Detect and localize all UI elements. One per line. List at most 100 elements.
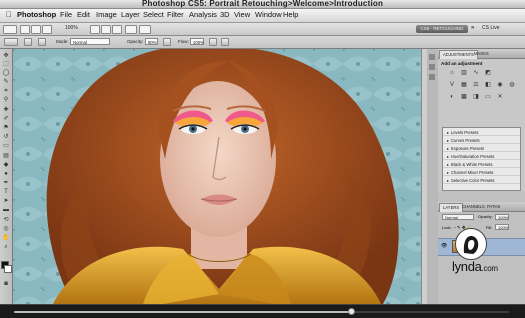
hand-tool-icon[interactable]: ✋ — [2, 235, 10, 242]
hand-tool-icon[interactable] — [90, 25, 100, 34]
vibrance-icon[interactable]: V — [448, 81, 456, 89]
actions-panel-icon[interactable] — [429, 64, 435, 70]
seek-handle[interactable] — [348, 308, 355, 315]
move-tool-icon[interactable]: ✥ — [2, 53, 10, 60]
levels-icon[interactable]: ▥ — [460, 69, 468, 77]
menu-3d[interactable]: 3D — [220, 10, 230, 19]
layer-opacity-label: Opacity: — [478, 214, 493, 219]
channel-mixer-icon[interactable]: ◍ — [508, 81, 516, 89]
gradient-tool-icon[interactable]: ▤ — [2, 153, 10, 160]
blur-tool-icon[interactable]: ◆ — [2, 162, 10, 169]
eraser-tool-icon[interactable]: ▭ — [2, 143, 10, 150]
menu-file[interactable]: File — [60, 10, 72, 19]
tab-masks[interactable]: MASKS — [471, 50, 492, 58]
menu-window[interactable]: Window — [255, 10, 282, 19]
history-brush-tool-icon[interactable]: ↺ — [2, 134, 10, 141]
layer-opacity-input[interactable]: 100% — [495, 214, 509, 220]
black-white-icon[interactable]: ◧ — [484, 81, 492, 89]
flow-input[interactable]: 100% — [190, 38, 204, 45]
eye-icon[interactable]: 👁 — [441, 243, 447, 249]
preset-channel-mixer[interactable]: ▸ Channel Mixer Presets — [443, 169, 520, 176]
preset-curves[interactable]: ▸ Curves Presets — [443, 137, 520, 144]
chevron-icon[interactable]: » — [471, 25, 474, 31]
preset-hue-saturation[interactable]: ▸ Hue/Saturation Presets — [443, 153, 520, 160]
eyedropper-tool-icon[interactable]: ⚲ — [2, 97, 10, 104]
blend-mode-select[interactable]: Normal — [442, 214, 474, 220]
lasso-tool-icon[interactable]: ◯ — [2, 70, 10, 77]
quick-select-tool-icon[interactable]: ✎ — [2, 79, 10, 86]
airbrush-icon[interactable] — [209, 38, 217, 46]
workspace-switcher[interactable]: CS5 - RETOUCHING — [416, 25, 468, 33]
preset-exposure[interactable]: ▸ Exposure Presets — [443, 145, 520, 152]
tab-paths[interactable]: PATHS — [484, 203, 503, 211]
seek-progress-fill — [14, 311, 351, 313]
zoom-tool-icon[interactable] — [101, 25, 111, 34]
path-select-tool-icon[interactable]: ➤ — [2, 198, 10, 205]
arrange-documents-icon[interactable] — [125, 25, 137, 34]
apple-icon[interactable]:  — [6, 10, 12, 19]
shape-tool-icon[interactable]: ▬ — [2, 207, 10, 214]
photo-filter-icon[interactable]: ◉ — [496, 81, 504, 89]
pen-tool-icon[interactable]: ✒ — [2, 180, 10, 187]
navigator-panel-icon[interactable] — [429, 74, 435, 80]
menu-image[interactable]: Image — [96, 10, 117, 19]
3d-orbit-tool-icon[interactable]: ◎ — [2, 226, 10, 233]
bridge-icon[interactable] — [20, 25, 30, 34]
brightness-icon[interactable]: ☼ — [448, 69, 456, 77]
adjustments-tab-row: ADJUSTMENTS MASKS — [438, 49, 525, 59]
ps-logo-icon[interactable] — [3, 25, 17, 34]
3d-rotate-tool-icon[interactable]: ⟲ — [2, 217, 10, 224]
crop-tool-icon[interactable]: ⌗ — [2, 88, 10, 95]
opacity-input[interactable]: 80% — [145, 38, 158, 45]
rotate-view-icon[interactable] — [112, 25, 122, 34]
brush-preset-icon[interactable] — [4, 38, 18, 46]
history-panel-icon[interactable] — [429, 54, 435, 60]
lynda-wordmark: lynda.com — [452, 259, 498, 274]
preset-levels[interactable]: ▸ Levels Presets — [443, 129, 520, 136]
document-canvas[interactable] — [13, 49, 421, 304]
screen-mode-icon[interactable] — [139, 25, 151, 34]
gradient-map-icon[interactable]: ▭ — [484, 93, 492, 101]
exposure-icon[interactable]: ◩ — [484, 69, 492, 77]
lynda-logo — [455, 228, 487, 260]
preset-black-white[interactable]: ▸ Black & White Presets — [443, 161, 520, 168]
selective-color-icon[interactable]: ✕ — [496, 93, 504, 101]
color-balance-icon[interactable]: ⚖ — [472, 81, 480, 89]
dodge-tool-icon[interactable]: ● — [2, 171, 10, 178]
preset-selective-color[interactable]: ▸ Selective Color Presets — [443, 177, 520, 184]
brush-tool-icon[interactable]: ✐ — [2, 116, 10, 123]
zoom-tool-icon[interactable]: ⌕ — [2, 244, 10, 251]
menu-app-name[interactable]: Photoshop — [17, 10, 56, 19]
cs-live-button[interactable]: CS Live — [482, 25, 500, 31]
brush-size-icon[interactable] — [24, 38, 32, 46]
adjustment-presets-list: ▸ Levels Presets ▸ Curves Presets ▸ Exposur… — [442, 127, 521, 191]
posterize-icon[interactable]: ▩ — [460, 93, 468, 101]
invert-icon[interactable]: ◐ — [448, 93, 456, 101]
menu-help[interactable]: Help — [283, 10, 298, 19]
marquee-tool-icon[interactable]: ⬚ — [2, 61, 10, 68]
threshold-icon[interactable]: ◨ — [472, 93, 480, 101]
hue-saturation-icon[interactable]: ▦ — [460, 81, 468, 89]
adjustment-icons-row-3: ◐ ▩ ◨ ▭ ✕ — [442, 93, 522, 103]
clone-stamp-tool-icon[interactable]: ⚑ — [2, 125, 10, 132]
menu-edit[interactable]: Edit — [77, 10, 90, 19]
menu-filter[interactable]: Filter — [167, 10, 184, 19]
menu-analysis[interactable]: Analysis — [189, 10, 217, 19]
healing-brush-tool-icon[interactable]: ✚ — [2, 107, 10, 114]
mini-bridge-icon[interactable] — [31, 25, 41, 34]
extras-icon[interactable] — [42, 25, 52, 34]
brush-panel-icon[interactable] — [38, 38, 46, 46]
zoom-level[interactable]: 100% — [65, 25, 78, 31]
pressure-opacity-icon[interactable] — [163, 38, 171, 46]
menu-layer[interactable]: Layer — [121, 10, 140, 19]
curves-icon[interactable]: ∿ — [472, 69, 480, 77]
menu-view[interactable]: View — [234, 10, 250, 19]
quick-mask-icon[interactable]: ◙ — [2, 281, 10, 288]
pressure-size-icon[interactable] — [221, 38, 229, 46]
type-tool-icon[interactable]: T — [2, 189, 10, 196]
mode-select[interactable]: Normal — [70, 38, 110, 45]
menu-select[interactable]: Select — [143, 10, 164, 19]
background-color-swatch[interactable] — [4, 265, 12, 273]
fill-input[interactable]: 100% — [495, 224, 509, 230]
portrait-image — [13, 49, 421, 304]
